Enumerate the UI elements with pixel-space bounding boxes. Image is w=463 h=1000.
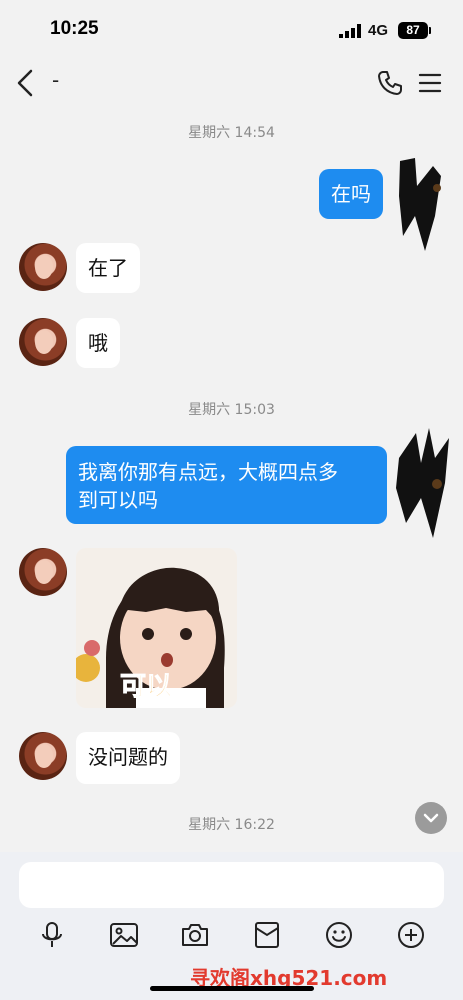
microphone-icon[interactable] [37, 920, 67, 950]
timestamp: 星期六 15:03 [188, 402, 275, 418]
sticker-image[interactable]: 可以 [76, 548, 237, 708]
scroll-down-icon[interactable] [415, 802, 447, 834]
status-time: 10:25 [50, 18, 99, 39]
chat-header: - [0, 58, 463, 108]
contact-avatar[interactable] [19, 548, 67, 596]
timestamp: 星期六 16:22 [188, 817, 275, 833]
red-packet-icon[interactable] [252, 920, 282, 950]
camera-icon[interactable] [180, 920, 210, 950]
image-icon[interactable] [109, 920, 139, 950]
self-avatar[interactable] [395, 156, 445, 251]
menu-icon[interactable] [418, 72, 442, 94]
home-indicator[interactable] [150, 986, 314, 991]
status-bar: 10:25 4G 87 [0, 0, 463, 58]
message-line: 到可以吗 [78, 488, 158, 512]
back-icon[interactable] [14, 68, 38, 98]
message-line: 我离你那有点远，大概四点多 [78, 460, 338, 484]
self-avatar[interactable] [391, 428, 453, 538]
incoming-message[interactable]: 没问题的 [76, 732, 180, 784]
phone-icon[interactable] [377, 70, 403, 96]
timestamp: 星期六 14:54 [188, 125, 275, 141]
signal-icon [339, 24, 361, 38]
battery-icon: 87 [398, 22, 428, 39]
contact-avatar[interactable] [19, 318, 67, 366]
contact-name[interactable]: - [52, 68, 59, 92]
message-input[interactable] [19, 862, 444, 908]
incoming-message[interactable]: 哦 [76, 318, 120, 368]
outgoing-message[interactable]: 在吗 [319, 169, 383, 219]
plus-icon[interactable] [396, 920, 426, 950]
emoji-icon[interactable] [324, 920, 354, 950]
composer-area: 寻欢阁xhg521.com [0, 852, 463, 1000]
network-type: 4G [368, 22, 389, 39]
outgoing-message[interactable]: 我离你那有点远，大概四点多 到可以吗 [66, 446, 387, 524]
battery-tip [429, 27, 431, 34]
contact-avatar[interactable] [19, 243, 67, 291]
contact-avatar[interactable] [19, 732, 67, 780]
incoming-message[interactable]: 在了 [76, 243, 140, 293]
sticker-caption: 可以 [119, 672, 173, 703]
